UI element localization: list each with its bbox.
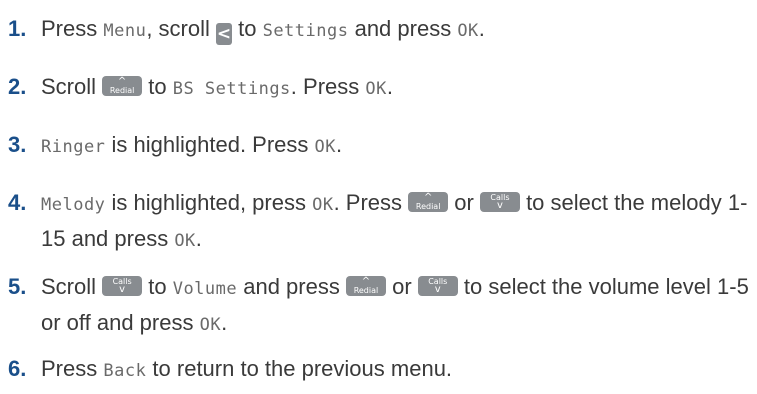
step-text: Press Menu, scroll < to Settings and pre… bbox=[41, 12, 751, 48]
step-text: Melody is highlighted, press OK. Press ^… bbox=[41, 186, 751, 258]
step-1: 1. Press Menu, scroll < to Settings and … bbox=[8, 12, 751, 48]
step-4: 4. Melody is highlighted, press OK. Pres… bbox=[8, 186, 751, 258]
display-text-ok: OK bbox=[365, 79, 387, 99]
step-number: 6. bbox=[8, 356, 27, 381]
step-text: Scroll Calls v to Volume and press ^ Redia… bbox=[41, 270, 751, 342]
left-arrow-key-icon: < bbox=[216, 23, 232, 45]
step-text-part: to return to the previous menu. bbox=[146, 356, 453, 381]
step-3: 3. Ringer is highlighted. Press OK. bbox=[8, 128, 751, 164]
redial-key-label: Redial bbox=[109, 86, 135, 95]
step-6: 6. Press Back to return to the previous … bbox=[8, 352, 751, 388]
step-text-part: . bbox=[336, 132, 343, 157]
display-text-menu: Menu bbox=[103, 21, 147, 41]
step-text: Scroll ^ Redial to BS Settings. Press OK. bbox=[41, 70, 751, 106]
step-text-part: and press bbox=[348, 16, 458, 41]
step-text-part: or bbox=[385, 274, 418, 299]
display-text-ok: OK bbox=[314, 137, 337, 157]
redial-key-icon: ^ Redial bbox=[408, 192, 449, 212]
step-text-part: Scroll bbox=[41, 74, 103, 99]
calls-key-icon: Calls v bbox=[479, 192, 520, 212]
step-2: 2. Scroll ^ Redial to BS Settings. Press … bbox=[8, 70, 751, 106]
step-text-part: . bbox=[386, 74, 393, 99]
step-text-part: or bbox=[448, 190, 480, 215]
step-5: 5. Scroll Calls v to Volume and press ^ Re… bbox=[8, 270, 751, 342]
step-number: 5. bbox=[8, 274, 27, 299]
step-number: 1. bbox=[8, 16, 27, 41]
display-text-melody: Melody bbox=[41, 195, 106, 215]
step-text-part: , scroll bbox=[146, 16, 216, 41]
display-text-volume: Volume bbox=[172, 279, 238, 299]
step-text-part: to bbox=[232, 16, 263, 41]
display-text-ringer: Ringer bbox=[41, 137, 106, 157]
display-text-ok: OK bbox=[174, 231, 196, 251]
step-text-part: to bbox=[142, 74, 173, 99]
step-text-part: . bbox=[221, 310, 228, 335]
step-text-part: . bbox=[478, 16, 485, 41]
step-text-part: . Press bbox=[290, 74, 366, 99]
step-text: Ringer is highlighted. Press OK. bbox=[41, 128, 751, 164]
display-text-ok: OK bbox=[199, 315, 222, 335]
display-text-back: Back bbox=[103, 361, 147, 381]
display-text-settings: Settings bbox=[262, 21, 349, 41]
step-text-part: and press bbox=[237, 274, 346, 299]
step-number: 2. bbox=[8, 74, 27, 99]
down-arrow-icon: v bbox=[496, 200, 503, 211]
step-number: 3. bbox=[8, 132, 27, 157]
redial-key-label: Redial bbox=[415, 202, 441, 211]
redial-key-icon: ^ Redial bbox=[102, 76, 143, 96]
step-text-part: is highlighted. Press bbox=[105, 132, 315, 157]
redial-key-icon: ^ Redial bbox=[345, 276, 386, 296]
display-text-ok: OK bbox=[312, 195, 334, 215]
down-arrow-icon: v bbox=[434, 284, 441, 295]
step-text: Press Back to return to the previous men… bbox=[41, 352, 751, 388]
step-text-part: to bbox=[142, 274, 173, 299]
step-text-part: Scroll bbox=[41, 274, 103, 299]
calls-key-icon: Calls v bbox=[417, 276, 458, 296]
instruction-steps: 1. Press Menu, scroll < to Settings and … bbox=[0, 0, 757, 394]
calls-key-icon: Calls v bbox=[102, 276, 143, 296]
step-text-part: Press bbox=[41, 356, 104, 381]
redial-key-label: Redial bbox=[353, 286, 379, 295]
down-arrow-icon: v bbox=[119, 284, 126, 295]
display-text-bs-settings: BS Settings bbox=[172, 79, 291, 99]
step-text-part: . Press bbox=[333, 190, 409, 215]
display-text-ok: OK bbox=[457, 21, 479, 41]
step-text-part: is highlighted, press bbox=[105, 190, 313, 215]
step-text-part: Press bbox=[41, 16, 104, 41]
step-text-part: . bbox=[195, 226, 202, 251]
step-number: 4. bbox=[8, 190, 27, 215]
